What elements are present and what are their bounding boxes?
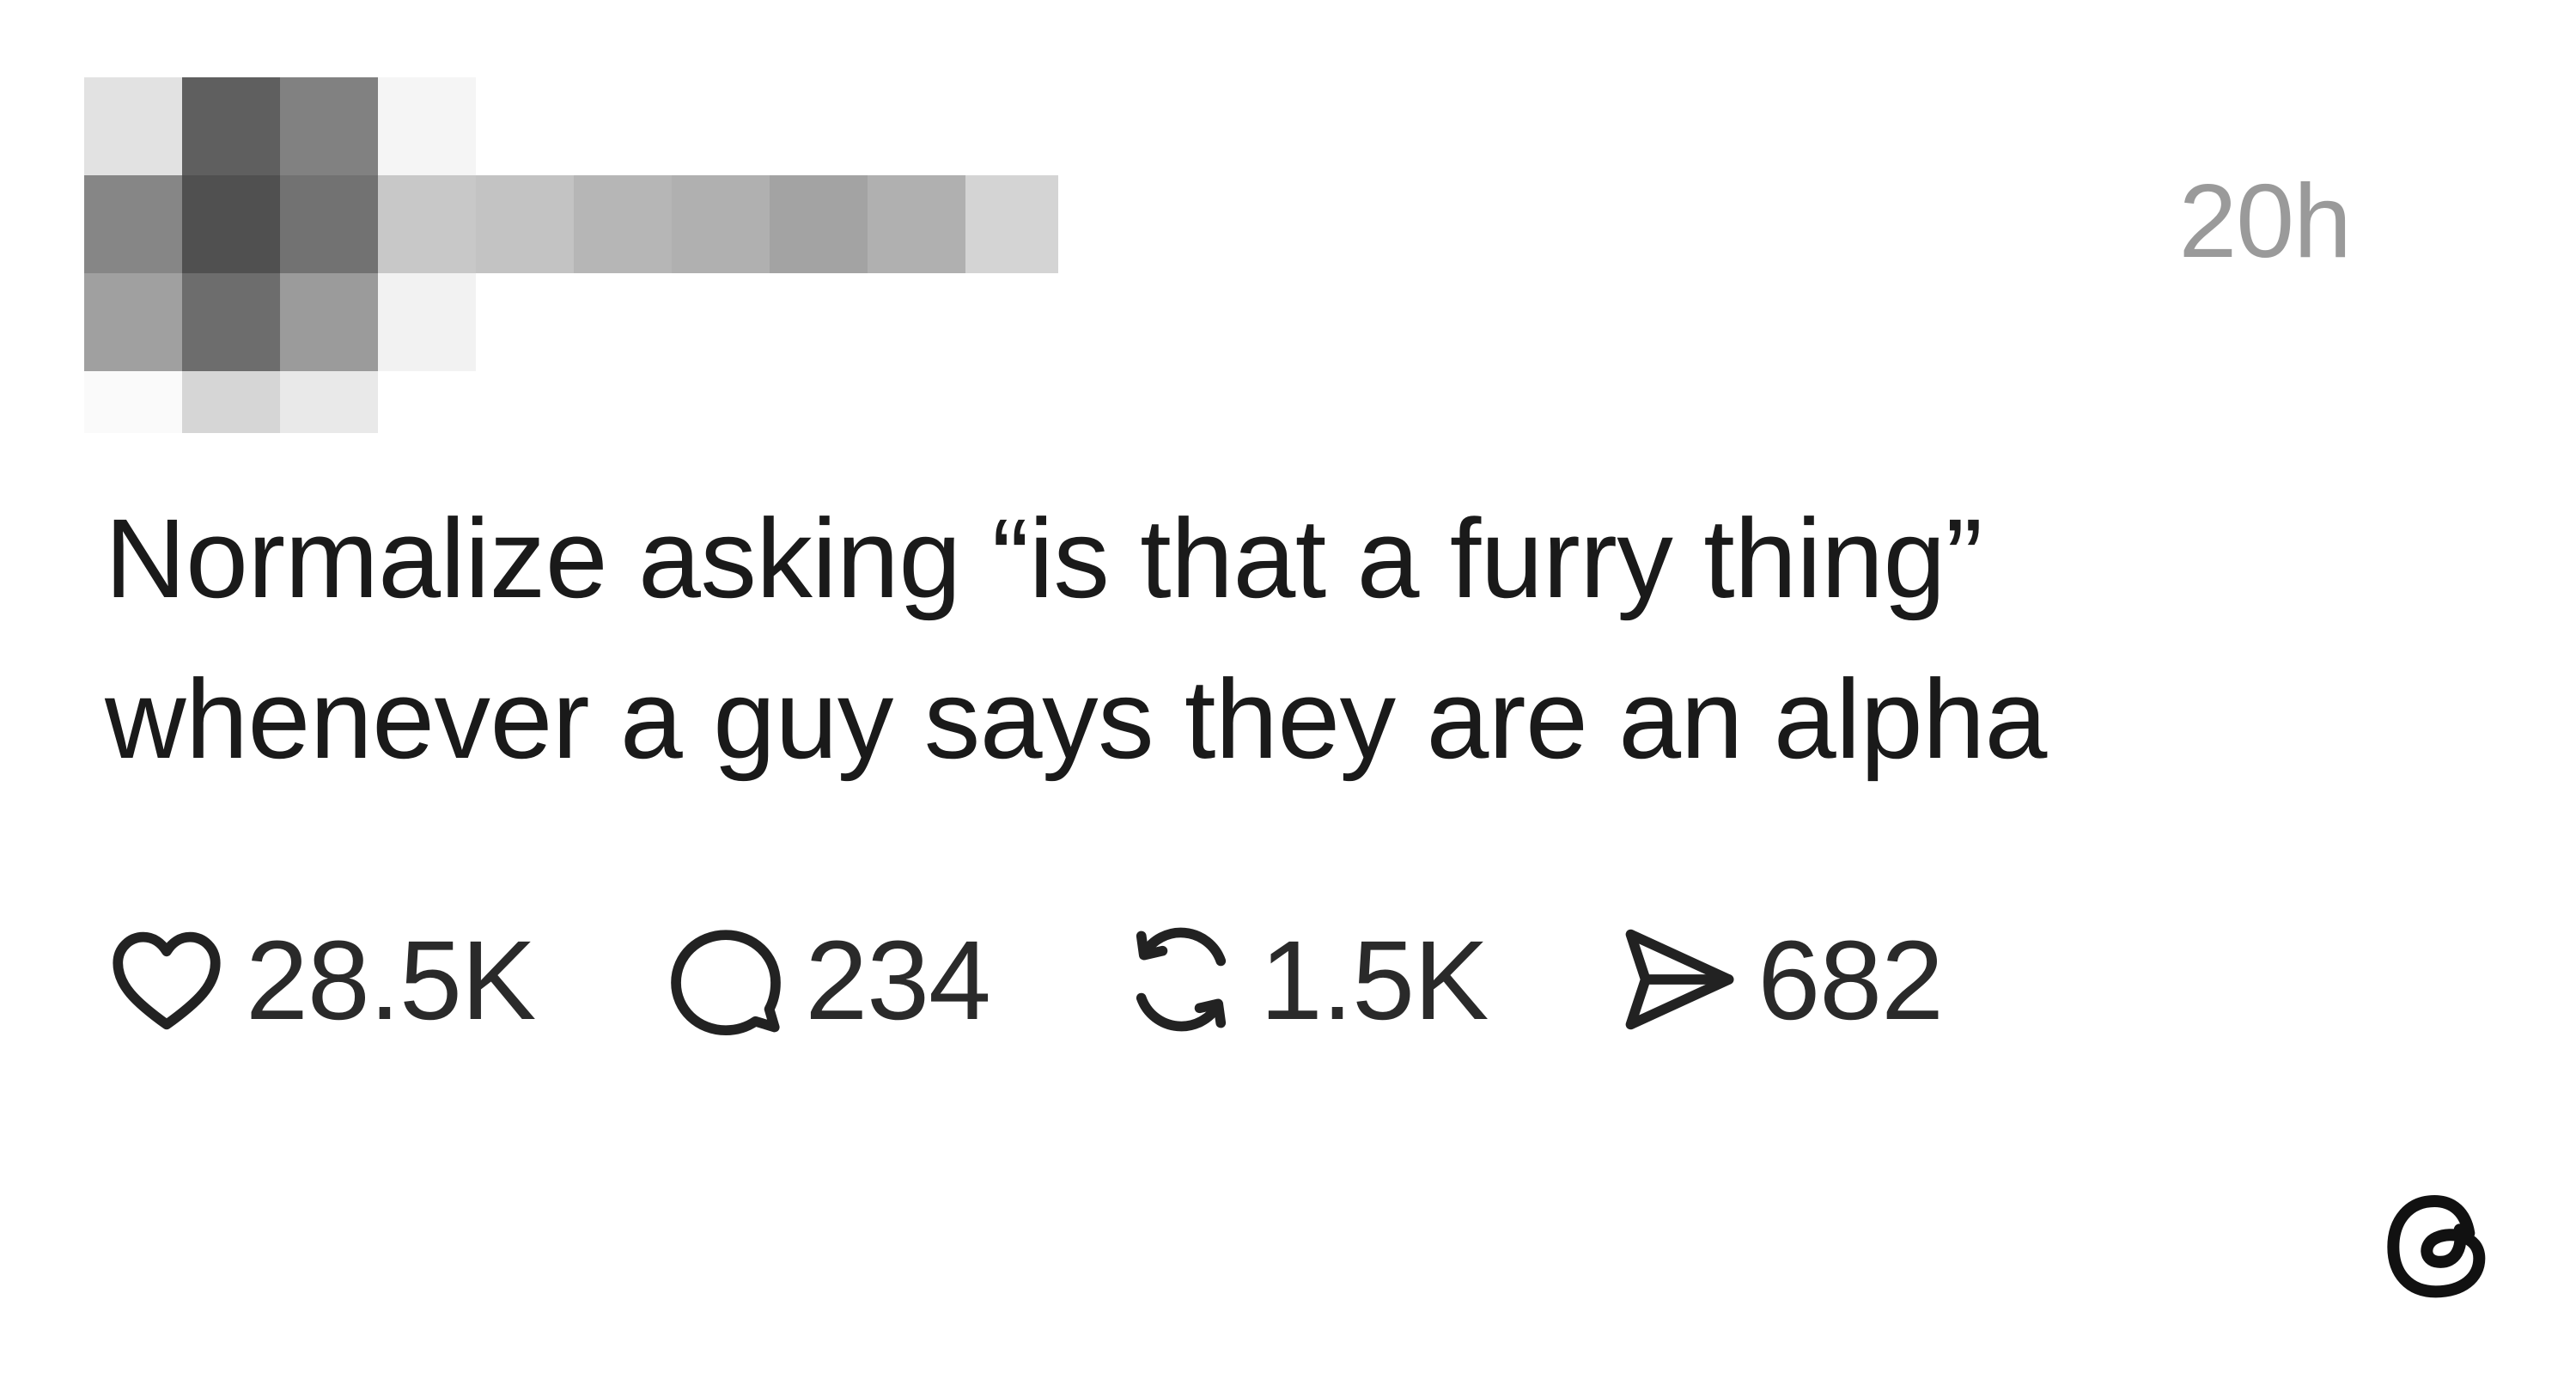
- post-action-bar: 28.5K 234 1.5K 682: [103, 911, 2070, 1048]
- post-text-line: Normalize asking “is that a furry thing”: [105, 495, 1982, 621]
- heart-icon: [103, 916, 230, 1043]
- redacted-author: [84, 77, 1058, 433]
- like-button[interactable]: 28.5K: [103, 916, 536, 1043]
- threads-post: 20h Normalize asking “is that a furry th…: [0, 0, 2576, 1385]
- post-text-line: whenever a guy says they are an alpha: [105, 656, 2047, 782]
- share-count: 682: [1757, 916, 1944, 1043]
- paper-plane-icon: [1615, 916, 1742, 1043]
- post-body: Normalize asking “is that a furry thing”…: [105, 478, 2338, 799]
- threads-logo: [2368, 1177, 2506, 1315]
- repost-arrows-icon: [1117, 916, 1245, 1043]
- share-button[interactable]: 682: [1615, 916, 1944, 1043]
- repost-button[interactable]: 1.5K: [1117, 916, 1489, 1043]
- like-count: 28.5K: [246, 916, 536, 1043]
- post-timestamp[interactable]: 20h: [2178, 168, 2352, 273]
- speech-bubble-icon: [662, 916, 789, 1043]
- reply-button[interactable]: 234: [662, 916, 991, 1043]
- reply-count: 234: [805, 916, 991, 1043]
- repost-count: 1.5K: [1259, 916, 1489, 1043]
